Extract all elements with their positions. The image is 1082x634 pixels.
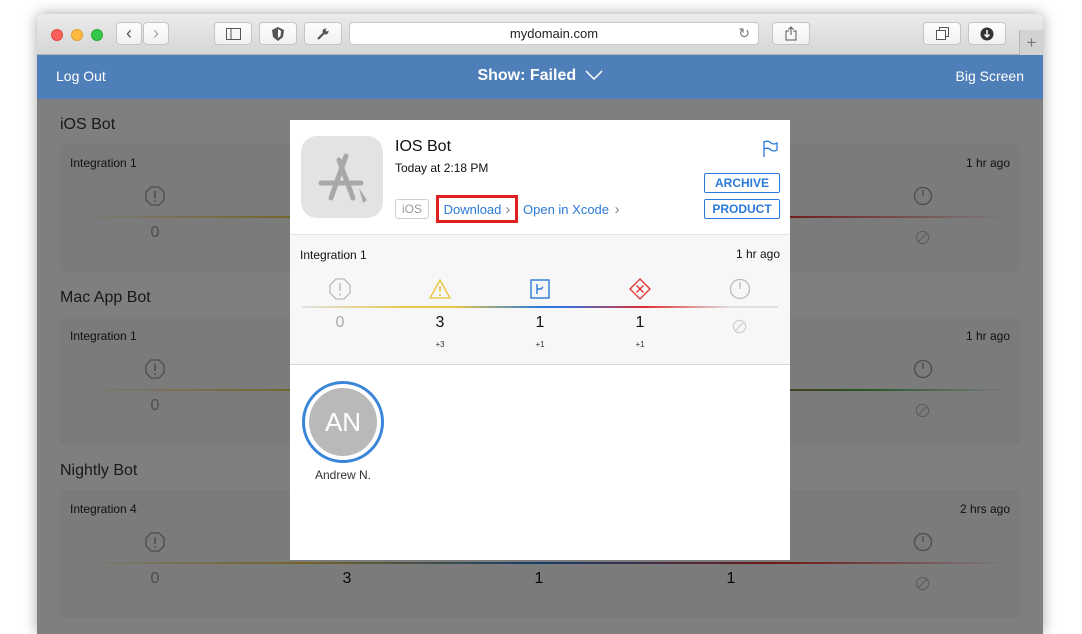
analyzer-delta: +1 — [535, 340, 545, 349]
platform-badge: iOS — [395, 199, 429, 219]
open-in-xcode-label: Open in Xcode — [523, 202, 610, 217]
modal-title: IOS Bot — [395, 138, 452, 155]
tools-button[interactable] — [304, 22, 342, 45]
filter-dropdown[interactable]: Show: Failed — [37, 67, 1043, 85]
forward-button[interactable]: › — [143, 22, 169, 45]
test-failure-icon — [629, 278, 651, 300]
test-failure-delta: +1 — [635, 340, 645, 349]
extension-button[interactable] — [259, 22, 297, 45]
share-button[interactable] — [772, 22, 810, 45]
chevron-down-icon — [585, 70, 603, 81]
status-line — [302, 306, 778, 308]
chevron-right-icon: › — [153, 23, 159, 43]
warning-delta: +3 — [435, 340, 445, 349]
chevron-right-icon: › — [614, 201, 620, 218]
plus-icon: + — [1026, 32, 1037, 52]
test-failure-count: 1 — [635, 314, 645, 331]
close-window-button[interactable] — [51, 29, 63, 41]
clock-icon — [729, 278, 751, 300]
chevron-left-icon: ‹ — [126, 23, 132, 43]
integration-label: Integration 1 — [300, 248, 367, 262]
app-header: Log Out Show: Failed Big Screen — [37, 55, 1043, 99]
analyzer-count: 1 — [535, 314, 545, 331]
archive-button[interactable]: ARCHIVE — [704, 173, 780, 193]
divider — [290, 364, 790, 365]
integration-date: Today at 2:18 PM — [395, 161, 489, 175]
tabs-overview-button[interactable] — [923, 22, 961, 45]
warning-icon — [429, 278, 451, 299]
minimize-window-button[interactable] — [71, 29, 83, 41]
address-bar[interactable]: mydomain.com ↻ — [349, 22, 759, 45]
sidebar-icon — [225, 27, 241, 40]
share-icon — [785, 26, 797, 41]
new-tab-button[interactable]: + — [1019, 30, 1043, 55]
sidebar-button[interactable] — [214, 22, 252, 45]
url-text: mydomain.com — [509, 26, 599, 41]
chevron-right-icon: › — [505, 200, 511, 218]
open-in-xcode-link[interactable]: Open in Xcode › — [523, 201, 620, 218]
analyzer-icon — [530, 279, 550, 299]
browser-window: ‹ › mydomain.com ↻ + Log Out Show: Faile… — [37, 14, 1043, 634]
committer-name: Andrew N. — [314, 468, 372, 482]
browser-toolbar: ‹ › mydomain.com ↻ + — [37, 14, 1043, 55]
wrench-icon — [317, 28, 329, 40]
tabs-icon — [935, 27, 949, 40]
back-button[interactable]: ‹ — [116, 22, 142, 45]
committer-avatar[interactable]: AN — [302, 381, 384, 463]
error-count: 0 — [335, 314, 345, 331]
download-label: Download — [443, 201, 502, 217]
time-ago: 1 hr ago — [735, 247, 780, 261]
warning-count: 3 — [435, 314, 445, 331]
filter-label: Show: Failed — [477, 67, 577, 84]
error-icon — [329, 278, 351, 300]
download-link[interactable]: Download › — [436, 195, 518, 223]
shield-icon — [272, 26, 284, 41]
app-store-icon — [318, 153, 367, 203]
zoom-window-button[interactable] — [91, 29, 103, 41]
product-button[interactable]: PRODUCT — [704, 199, 780, 219]
avatar-initials: AN — [309, 388, 377, 456]
app-icon — [301, 136, 383, 218]
downloads-button[interactable] — [968, 22, 1006, 45]
download-icon — [980, 27, 994, 40]
reload-icon[interactable]: ↻ — [738, 25, 750, 42]
big-screen-link[interactable]: Big Screen — [956, 68, 1024, 84]
bot-detail-modal: IOS Bot Today at 2:18 PM iOS Download › … — [290, 120, 790, 560]
no-value-icon — [732, 319, 747, 334]
flag-icon[interactable] — [762, 140, 778, 158]
